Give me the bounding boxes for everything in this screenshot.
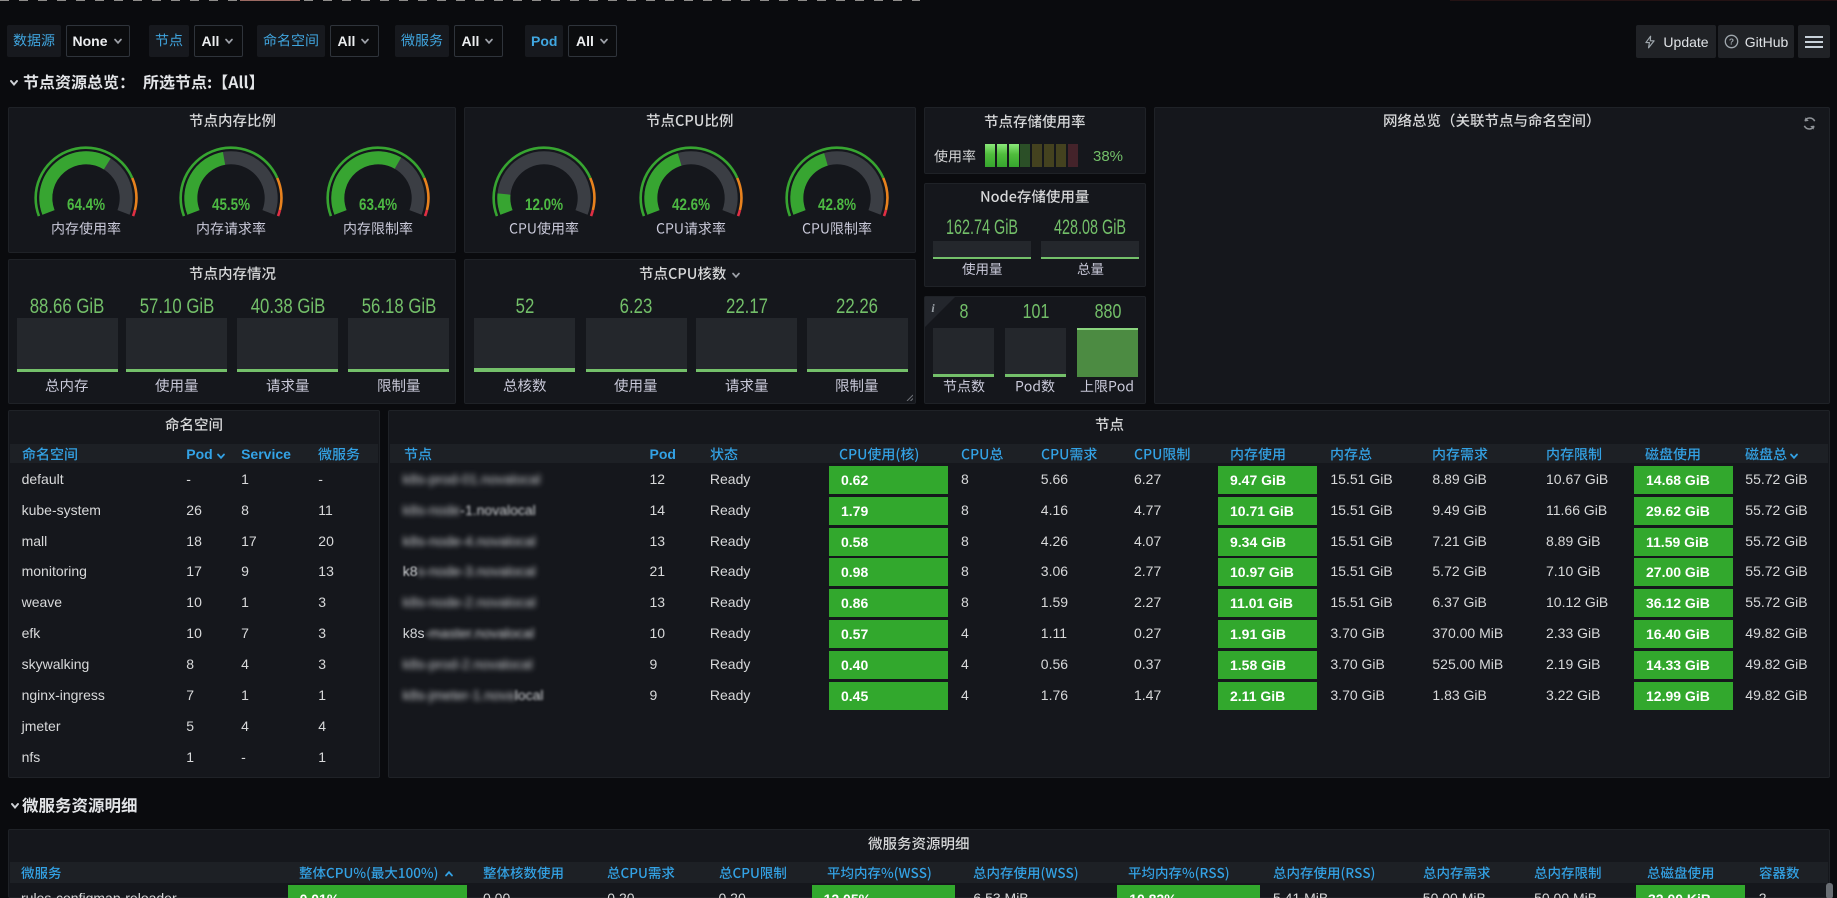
svg-text:42.8%: 42.8% (818, 195, 856, 214)
svg-text:63.4%: 63.4% (359, 195, 397, 214)
svg-text:?: ? (1729, 36, 1734, 46)
svg-text:45.5%: 45.5% (212, 195, 250, 214)
svg-text:64.4%: 64.4% (67, 195, 105, 214)
svg-text:42.6%: 42.6% (672, 195, 710, 214)
svg-text:12.0%: 12.0% (525, 195, 563, 214)
